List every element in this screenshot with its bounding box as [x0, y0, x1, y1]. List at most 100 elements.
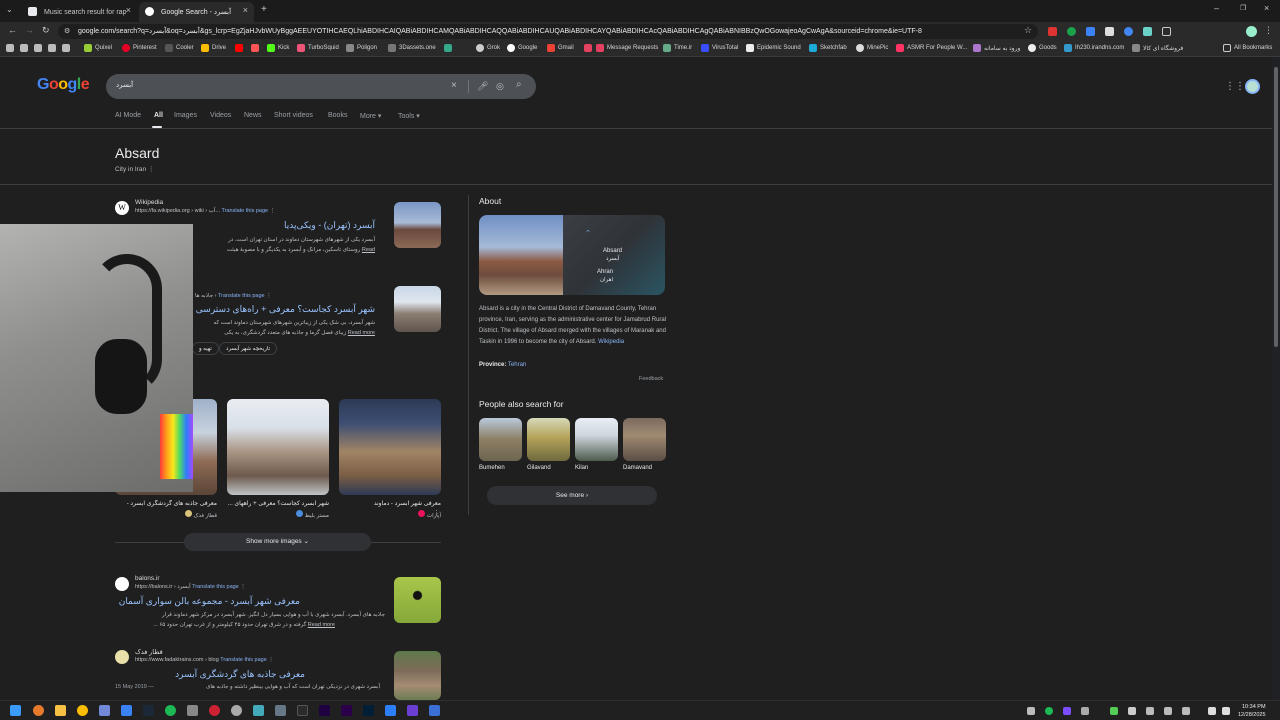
related-entity[interactable]: Bumehen: [479, 418, 522, 471]
tray-icon[interactable]: [1110, 707, 1118, 715]
bookmark-item[interactable]: [584, 44, 592, 52]
tab-news[interactable]: News: [244, 112, 262, 119]
all-bookmarks[interactable]: All Bookmarks: [1223, 44, 1272, 52]
search-icon[interactable]: ⌕: [516, 80, 522, 90]
result-thumbnail[interactable]: [394, 577, 441, 623]
extensions-puzzle-icon[interactable]: [1162, 27, 1171, 36]
taskbar-app-icon[interactable]: [429, 705, 440, 716]
bookmark-gmail[interactable]: Gmail: [547, 44, 574, 52]
bookmark-item[interactable]: [20, 44, 28, 52]
tray-icon[interactable]: [1164, 707, 1172, 715]
file-explorer-icon[interactable]: [55, 705, 66, 716]
maximize-icon[interactable]: ❐: [1240, 4, 1246, 12]
image-result[interactable]: شهر آبسرد کجاست؟ معرفی + راههای ... مستر…: [227, 399, 329, 519]
bookmark-item[interactable]: [34, 44, 42, 52]
bookmark-item[interactable]: [48, 44, 56, 52]
wifi-icon[interactable]: [1208, 707, 1216, 715]
bookmark-google[interactable]: Google: [507, 44, 537, 52]
chip[interactable]: تاریخچه شهر آبسرد: [219, 342, 278, 355]
close-tab-icon[interactable]: ×: [126, 5, 131, 15]
bookmark-item[interactable]: [62, 44, 70, 52]
bookmark-grok[interactable]: Grok: [476, 44, 500, 52]
bookmark-epidemic[interactable]: Epidemic Sound: [746, 44, 801, 52]
extension-icon[interactable]: [1048, 27, 1057, 36]
search-icon[interactable]: [33, 705, 44, 716]
bookmark-timeir[interactable]: Time.ir: [663, 44, 692, 52]
reload-icon[interactable]: ↻: [42, 25, 50, 36]
taskbar-app-icon[interactable]: [121, 705, 132, 716]
bookmark-item[interactable]: [6, 44, 14, 52]
tray-icon[interactable]: [1045, 707, 1053, 715]
windows-start-icon[interactable]: [10, 705, 21, 716]
tab-google-search[interactable]: Google Search - آبسرد ×: [139, 2, 254, 22]
extension-icon[interactable]: [1143, 27, 1152, 36]
entity-label[interactable]: Gilavand: [527, 465, 570, 471]
taskbar-app-icon[interactable]: [187, 705, 198, 716]
volume-icon[interactable]: [1222, 707, 1230, 715]
tab-tools[interactable]: Tools ▾: [398, 112, 420, 120]
tab-books[interactable]: Books: [328, 112, 347, 119]
read-more-link[interactable]: Read: [362, 247, 375, 253]
bookmark-youtube[interactable]: [235, 44, 243, 52]
image-caption[interactable]: شهر آبسرد کجاست؟ معرفی + راههای ...: [227, 500, 329, 507]
profile-avatar[interactable]: [1246, 26, 1257, 37]
google-logo[interactable]: Google: [37, 76, 90, 94]
bookmark-shop[interactable]: فروشگاه ای کالا: [1132, 44, 1183, 52]
bookmark-item[interactable]: [251, 44, 259, 52]
tray-icon[interactable]: [1081, 707, 1089, 715]
translate-link[interactable]: Translate this page: [222, 208, 269, 214]
extension-icon[interactable]: [1105, 27, 1114, 36]
taskbar-app-icon[interactable]: [253, 705, 264, 716]
result-title-link[interactable]: شهر آبسرد کجاست؟ معرفی + راه‌های دسترسی: [196, 304, 375, 315]
entity-image[interactable]: [479, 418, 522, 461]
taskbar-app-icon[interactable]: [407, 705, 418, 716]
extension-icon[interactable]: [1086, 27, 1095, 36]
tab-videos[interactable]: Videos: [210, 112, 231, 119]
tab-ai-mode[interactable]: AI Mode: [115, 112, 141, 119]
page-scrollbar[interactable]: [1272, 57, 1280, 700]
bookmark-asmr[interactable]: ASMR For People W...: [896, 44, 967, 52]
taskbar-app-icon[interactable]: [231, 705, 242, 716]
entity-label[interactable]: Bumehen: [479, 465, 522, 471]
account-avatar[interactable]: [1245, 79, 1260, 94]
bookmark-irandns[interactable]: Ih230.irandns.com: [1064, 44, 1124, 52]
bookmark-quixel[interactable]: Quixel: [84, 44, 112, 52]
extension-icon[interactable]: [1124, 27, 1133, 36]
image-result[interactable]: معرفی شهر آبسرد - دماوند آپارات: [339, 399, 441, 519]
more-options-icon[interactable]: ⋮: [148, 166, 155, 173]
entity-image[interactable]: [623, 418, 666, 461]
taskbar-app-icon[interactable]: [275, 705, 286, 716]
result-title-link[interactable]: معرفی جاذبه های گردشگری آبسرد: [175, 669, 305, 680]
city-photo[interactable]: [479, 215, 563, 295]
taskbar-app-icon[interactable]: [297, 705, 308, 716]
tray-icon[interactable]: [1063, 707, 1071, 715]
mic-icon[interactable]: 🎤︎: [477, 81, 488, 91]
lens-icon[interactable]: ◎: [496, 81, 504, 91]
spotify-icon[interactable]: [165, 705, 176, 716]
entity-image[interactable]: [575, 418, 618, 461]
tray-icon[interactable]: [1128, 707, 1136, 715]
result-title-link[interactable]: معرفی شهر آبسرد - مجموعه بالن سواری آسما…: [119, 596, 300, 607]
bookmark-turbosquid[interactable]: TurboSquid: [297, 44, 339, 52]
bookmark-samaneh[interactable]: ورود به سامانه: [973, 44, 1020, 52]
related-entity[interactable]: Gilavand: [527, 418, 570, 471]
map-thumbnail[interactable]: ⌃ Absard آبسرد Ahran اهران: [563, 215, 665, 295]
after-effects-icon[interactable]: [319, 705, 330, 716]
bookmark-minepic[interactable]: MinePic: [856, 44, 888, 52]
bookmark-poligon[interactable]: Poligon: [346, 44, 377, 52]
close-window-icon[interactable]: ×: [1264, 3, 1269, 13]
related-entity[interactable]: Damavand: [623, 418, 666, 471]
tab-short-videos[interactable]: Short videos: [274, 112, 313, 119]
result-thumbnail[interactable]: [394, 202, 441, 248]
taskbar-app-icon[interactable]: [99, 705, 110, 716]
bookmark-3dassets[interactable]: 3Dassets.one: [388, 44, 436, 52]
bookmark-cooler[interactable]: Cooler: [165, 44, 194, 52]
bookmark-sketchfab[interactable]: Sketchfab: [809, 44, 847, 52]
bookmark-item[interactable]: [444, 44, 452, 52]
image-thumbnail[interactable]: [227, 399, 329, 495]
system-clock[interactable]: 10:34 PM 12/28/2025: [1238, 703, 1266, 719]
bookmark-pinterest[interactable]: Pinterest: [122, 44, 157, 52]
taskbar-app-icon[interactable]: [385, 705, 396, 716]
steam-icon[interactable]: [143, 705, 154, 716]
chrome-icon[interactable]: [77, 705, 88, 716]
